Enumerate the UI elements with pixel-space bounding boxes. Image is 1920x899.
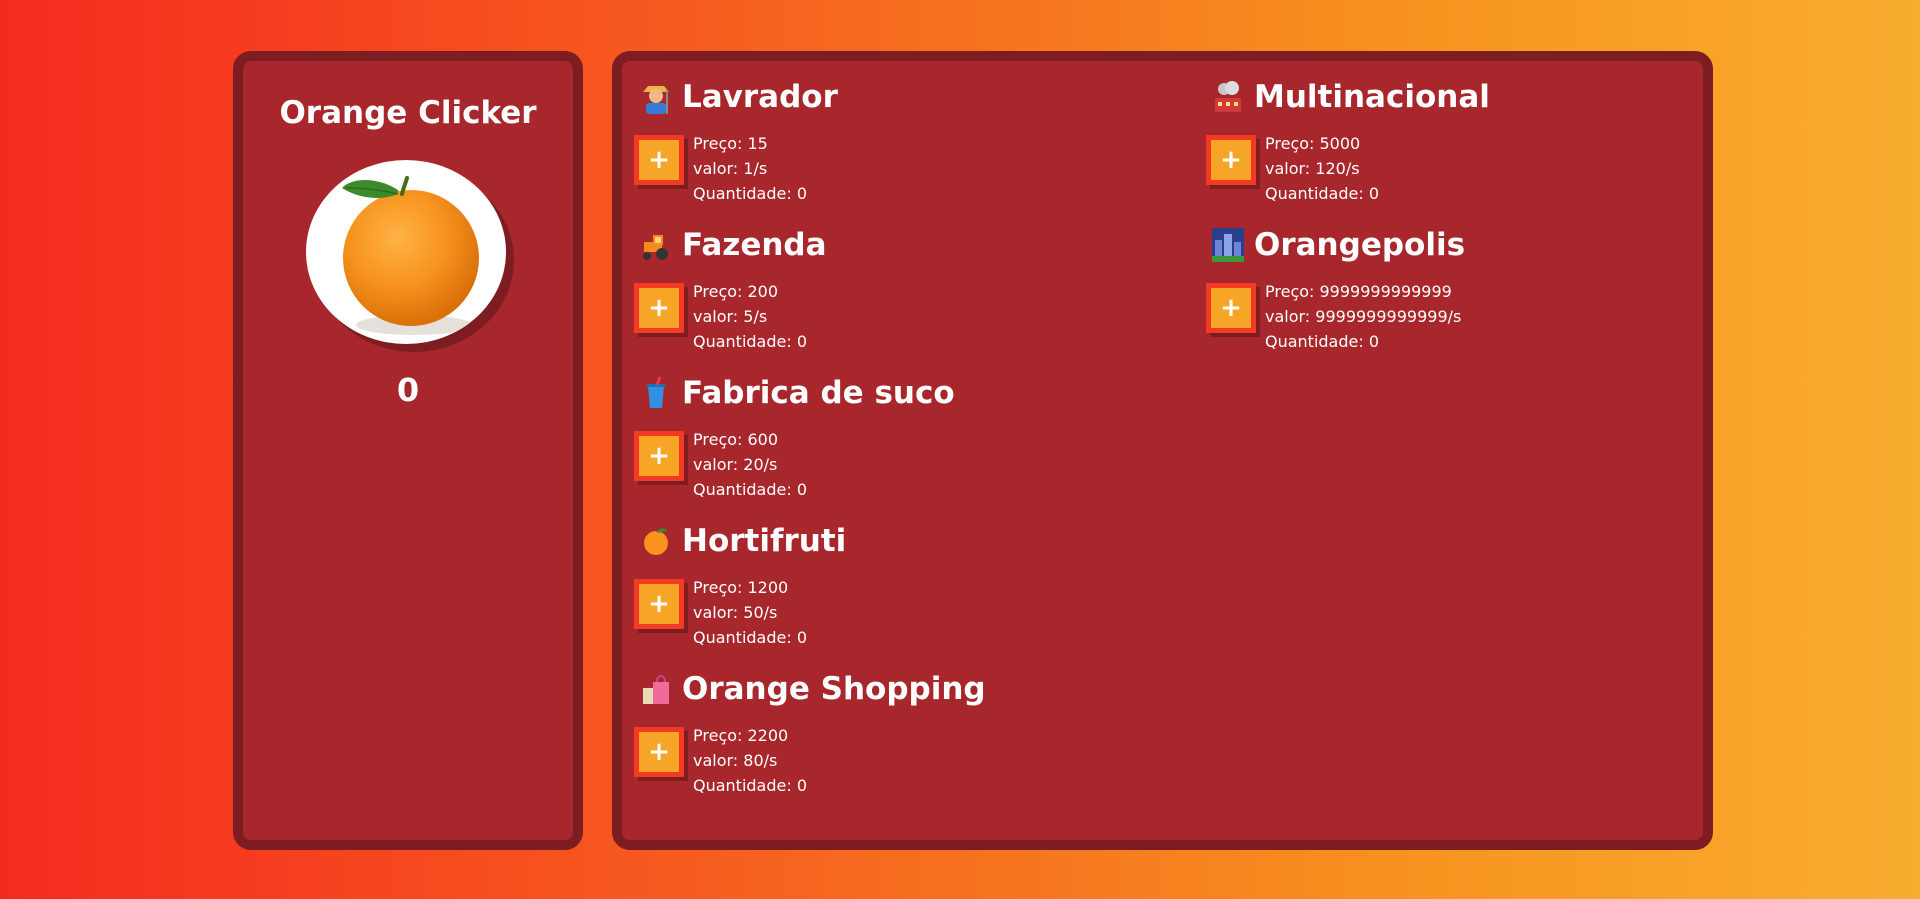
quantity-label: Quantidade: — [1265, 332, 1369, 351]
item-price: 1200 — [747, 578, 789, 597]
store-item-hortifruti: Hortifruti + Preço: 1200 valor: 50/s Qua… — [634, 519, 1154, 659]
item-price: 15 — [747, 134, 768, 153]
price-label: Preço: — [693, 578, 748, 597]
quantity-label: Quantidade: — [693, 184, 797, 203]
store-item-lavrador: Lavrador + Preço: 15 valor: 1/s Quantida… — [634, 75, 1154, 215]
item-quantity: 0 — [796, 184, 808, 203]
farmer-icon — [640, 79, 672, 115]
item-quantity: 0 — [796, 480, 808, 499]
buy-hortifruti-button[interactable]: + — [634, 579, 684, 629]
store-item-orange-shopping: Orange Shopping + Preço: 2200 valor: 80/… — [634, 667, 1154, 807]
price-label: Preço: — [693, 726, 748, 745]
item-price: 9999999999999 — [1319, 282, 1452, 301]
store-item-orangepolis: Orangepolis + Preço: 9999999999999 valor… — [1206, 223, 1726, 363]
item-name: Orangepolis — [1254, 227, 1466, 263]
quantity-label: Quantidade: — [693, 628, 797, 647]
store-item-multinacional: Multinacional + Preço: 5000 valor: 120/s… — [1206, 75, 1726, 215]
clicker-panel: Orange Clicker 0 — [233, 51, 583, 850]
item-value: 5/s — [743, 307, 768, 326]
quantity-label: Quantidade: — [693, 332, 797, 351]
orange-click-target[interactable] — [306, 160, 506, 344]
price-label: Preço: — [693, 134, 748, 153]
item-quantity: 0 — [796, 776, 808, 795]
shopping-bags-icon — [640, 671, 672, 707]
store-item-fabrica-de-suco: Fabrica de suco + Preço: 600 valor: 20/s… — [634, 371, 1154, 511]
value-label: valor: — [693, 307, 744, 326]
orange-count: 0 — [396, 371, 420, 409]
item-name: Multinacional — [1254, 79, 1490, 115]
tangerine-icon — [640, 523, 672, 559]
orange-fruit-icon — [342, 176, 479, 335]
price-label: Preço: — [1265, 282, 1320, 301]
buy-fazenda-button[interactable]: + — [634, 283, 684, 333]
item-quantity: 0 — [796, 628, 808, 647]
quantity-label: Quantidade: — [693, 480, 797, 499]
game-title: Orange Clicker — [279, 95, 537, 131]
value-label: valor: — [693, 751, 744, 770]
item-quantity: 0 — [1368, 332, 1380, 351]
item-name: Lavrador — [682, 79, 838, 115]
item-value: 50/s — [743, 603, 778, 622]
store-item-fazenda: Fazenda + Preço: 200 valor: 5/s Quantida… — [634, 223, 1154, 363]
quantity-label: Quantidade: — [1265, 184, 1369, 203]
item-price: 200 — [747, 282, 779, 301]
item-value: 80/s — [743, 751, 778, 770]
item-name: Fabrica de suco — [682, 375, 955, 411]
item-name: Fazenda — [682, 227, 827, 263]
buy-orangepolis-button[interactable]: + — [1206, 283, 1256, 333]
item-name: Orange Shopping — [682, 671, 986, 707]
item-value: 20/s — [743, 455, 778, 474]
item-name: Hortifruti — [682, 523, 847, 559]
quantity-label: Quantidade: — [693, 776, 797, 795]
item-value: 1/s — [743, 159, 768, 178]
price-label: Preço: — [1265, 134, 1320, 153]
value-label: valor: — [1265, 307, 1316, 326]
buy-lavrador-button[interactable]: + — [634, 135, 684, 185]
value-label: valor: — [693, 159, 744, 178]
item-quantity: 0 — [796, 332, 808, 351]
juice-cup-icon — [640, 375, 672, 411]
item-price: 5000 — [1319, 134, 1361, 153]
value-label: valor: — [1265, 159, 1316, 178]
store-panel: Lavrador + Preço: 15 valor: 1/s Quantida… — [612, 51, 1713, 850]
factory-icon — [1212, 79, 1244, 115]
value-label: valor: — [693, 455, 744, 474]
item-value: 120/s — [1315, 159, 1360, 178]
buy-fabrica-de-suco-button[interactable]: + — [634, 431, 684, 481]
item-price: 2200 — [747, 726, 789, 745]
price-label: Preço: — [693, 282, 748, 301]
item-quantity: 0 — [1368, 184, 1380, 203]
city-icon — [1212, 227, 1244, 263]
value-label: valor: — [693, 603, 744, 622]
tractor-icon — [640, 227, 672, 263]
buy-multinacional-button[interactable]: + — [1206, 135, 1256, 185]
buy-orange-shopping-button[interactable]: + — [634, 727, 684, 777]
price-label: Preço: — [693, 430, 748, 449]
item-price: 600 — [747, 430, 779, 449]
item-value: 9999999999999/s — [1315, 307, 1462, 326]
